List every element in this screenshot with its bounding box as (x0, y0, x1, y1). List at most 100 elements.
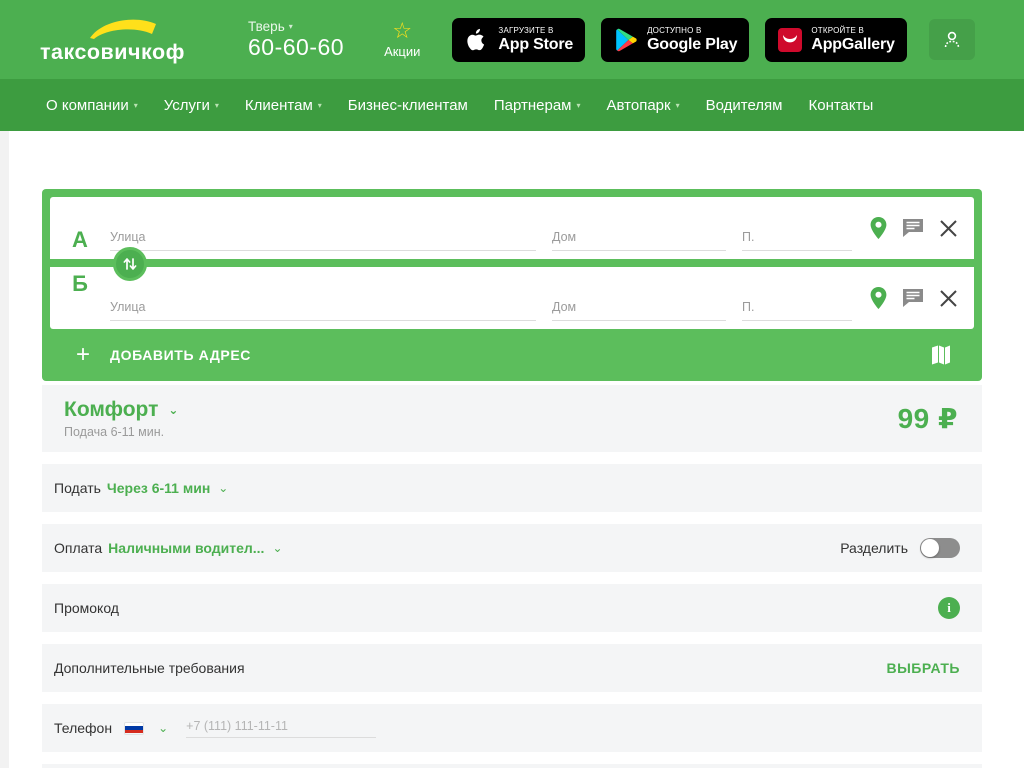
address-a-street-field[interactable] (110, 197, 552, 259)
address-a-entrance-input[interactable] (742, 229, 852, 251)
tariff-price: 99 ₽ (897, 403, 958, 434)
nav-item-biznes-klientam[interactable]: Бизнес-клиентам (348, 97, 468, 114)
address-b-street-input[interactable] (110, 299, 536, 321)
payment-control[interactable]: Оплата Наличными водител... ⌄ (54, 540, 283, 556)
chevron-down-icon: ▾ (675, 100, 680, 110)
promos-label: Акции (384, 44, 421, 59)
address-a-entrance-field[interactable] (742, 197, 862, 259)
google-play-icon (613, 27, 639, 53)
huawei-icon (777, 27, 803, 53)
address-a-house-input[interactable] (552, 229, 726, 251)
badge-text: Загрузите в App Store (498, 26, 574, 53)
chevron-down-icon: ⌄ (168, 403, 179, 417)
add-address-button[interactable]: + ДОБАВИТЬ АДРЕС (76, 343, 251, 367)
nav-label: Автопарк (606, 96, 671, 114)
close-icon[interactable] (939, 219, 958, 238)
star-icon: ☆ (392, 18, 413, 43)
split-payment-toggle[interactable] (920, 538, 960, 558)
map-pin-icon[interactable] (870, 217, 887, 239)
nav-item-kontakty[interactable]: Контакты (808, 97, 873, 114)
promocode-row: Промокод i (42, 584, 982, 632)
russia-flag-icon[interactable] (124, 721, 145, 735)
nav-item-klientam[interactable]: Клиентам ▾ (245, 97, 322, 114)
order-widget: А Улица Дом П. Б Улица Дом П. + ДОБАВИТЬ… (0, 131, 1024, 768)
city-label: Тверь (248, 18, 285, 34)
badge-google-play[interactable]: ДОСТУПНО В Google Play (601, 17, 750, 62)
pickup-time-control[interactable]: Подать Через 6-11 мин ⌄ (54, 480, 228, 496)
pickup-time-row[interactable]: Подать Через 6-11 мин ⌄ (42, 464, 982, 512)
nav-item-partneram[interactable]: Партнерам ▾ (494, 97, 581, 114)
nav-item-o-kompanii[interactable]: О компании ▾ (46, 97, 138, 114)
logo[interactable]: таксовичкоф (40, 12, 220, 68)
comment-icon[interactable] (903, 289, 923, 307)
promos-link[interactable]: ☆ Акции (384, 18, 421, 60)
payment-row: Оплата Наличными водител... ⌄ Разделить (42, 524, 982, 572)
info-icon[interactable]: i (938, 597, 960, 619)
header-phone-number[interactable]: 60-60-60 (248, 34, 344, 60)
chevron-down-icon: ▾ (576, 100, 581, 110)
address-row-a: А (50, 197, 974, 259)
badge-app-store[interactable]: Загрузите в App Store (452, 17, 586, 62)
badge-bottom-line: Google Play (647, 35, 738, 53)
main-navigation: О компании ▾ Услуги ▾ Клиентам ▾ Бизнес-… (0, 79, 1024, 131)
nav-label: Услуги (163, 96, 210, 114)
toggle-knob (921, 539, 939, 557)
badge-top-line: ОТКРОЙТЕ В (811, 25, 865, 35)
address-letter-a: А (72, 227, 88, 252)
address-b-actions (862, 267, 974, 329)
address-row-b: Б (50, 267, 974, 329)
chevron-down-icon: ⌄ (272, 541, 283, 555)
logo-swoosh-icon (90, 19, 156, 39)
chevron-down-icon: ▾ (133, 100, 138, 110)
pickup-time-value[interactable]: Через 6-11 мин (107, 480, 210, 496)
promocode-label[interactable]: Промокод (54, 600, 119, 616)
address-b-house-field[interactable] (552, 267, 742, 329)
logo-text: таксовичкоф (40, 40, 185, 64)
choose-requirements-button[interactable]: ВЫБРАТЬ (886, 660, 960, 676)
requirements-label: Дополнительные требования (54, 660, 245, 676)
address-a-house-field[interactable] (552, 197, 742, 259)
app-store-badges: Загрузите в App Store ДОСТУПНО В (452, 17, 907, 62)
chevron-down-icon[interactable]: ⌄ (158, 721, 168, 735)
notification-row: Уведомление о машине Звонок SMS (42, 764, 982, 768)
address-letter-b: Б (72, 271, 88, 296)
person-icon (944, 31, 959, 47)
apple-icon (464, 27, 490, 53)
page-root: таксовичкоф Тверь ▾ 60-60-60 ☆ Акции Заг… (0, 0, 1024, 768)
address-a-street-input[interactable] (110, 229, 536, 251)
city-selector[interactable]: Тверь ▾ (248, 19, 293, 34)
nav-item-avtopark[interactable]: Автопарк ▾ (607, 97, 680, 114)
tariff-selector[interactable]: Комфорт ⌄ (64, 398, 178, 422)
close-icon[interactable] (939, 289, 958, 308)
map-icon[interactable] (930, 344, 952, 366)
account-button[interactable] (928, 19, 975, 60)
swap-addresses-button[interactable] (113, 247, 147, 281)
payment-value[interactable]: Наличными водител... (108, 540, 264, 556)
badge-app-gallery[interactable]: ОТКРОЙТЕ В AppGallery (765, 17, 907, 62)
map-pin-icon[interactable] (870, 287, 887, 309)
split-payment-label: Разделить (840, 540, 908, 556)
tariff-info: Комфорт ⌄ Подача 6-11 мин. (64, 398, 178, 439)
nav-label: Бизнес-клиентам (347, 96, 468, 114)
city-phone-block: Тверь ▾ 60-60-60 (248, 19, 344, 60)
badge-bottom-line: App Store (498, 35, 574, 53)
payment-label: Оплата (54, 540, 103, 556)
address-a-actions (862, 197, 974, 259)
phone-input[interactable] (186, 718, 377, 738)
nav-label: О компании (46, 96, 129, 114)
nav-label: Водителям (705, 96, 783, 114)
split-payment-control: Разделить (840, 538, 960, 558)
badge-bottom-line: AppGallery (811, 35, 895, 53)
phone-label: Телефон (54, 720, 113, 736)
address-b-entrance-field[interactable] (742, 267, 862, 329)
chevron-down-icon: ▾ (214, 100, 219, 110)
chevron-down-icon: ▾ (288, 21, 293, 31)
address-b-entrance-input[interactable] (742, 299, 852, 321)
chevron-down-icon: ⌄ (218, 481, 229, 495)
nav-item-voditelyam[interactable]: Водителям (706, 97, 783, 114)
phone-row: Телефон ⌄ (42, 704, 982, 752)
address-b-house-input[interactable] (552, 299, 726, 321)
nav-item-uslugi[interactable]: Услуги ▾ (164, 97, 219, 114)
address-b-street-field[interactable] (110, 267, 552, 329)
comment-icon[interactable] (903, 219, 923, 237)
